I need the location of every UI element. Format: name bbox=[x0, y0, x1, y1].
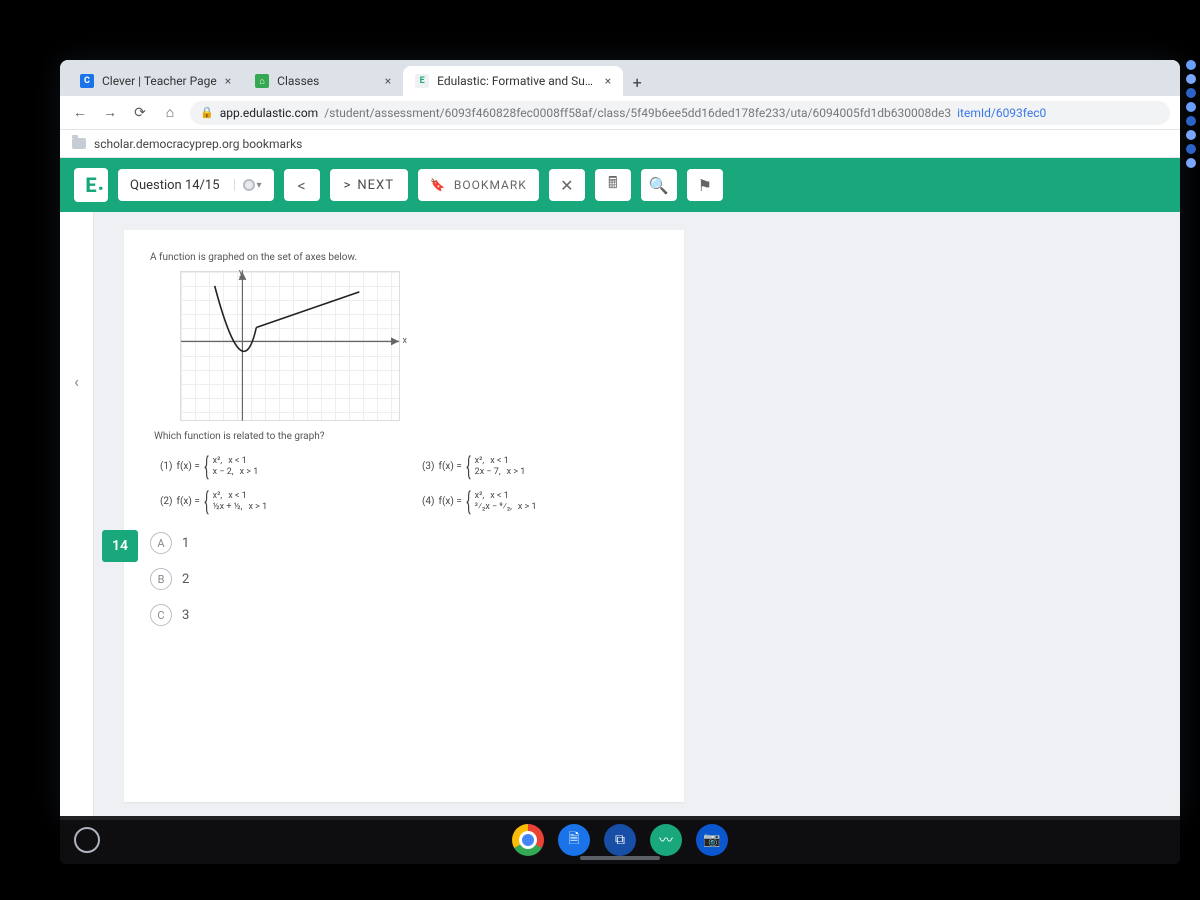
question-count: Question 14/15 bbox=[130, 178, 220, 193]
flag-icon: ⚑ bbox=[698, 176, 712, 195]
close-icon[interactable]: × bbox=[605, 74, 611, 88]
launcher-button[interactable] bbox=[74, 827, 100, 853]
answer-choice-c[interactable]: C 3 bbox=[150, 604, 658, 626]
option-2: (2) f(x) = { x²,x < 1 ½x + ½,x > 1 bbox=[160, 491, 396, 512]
new-tab-button[interactable]: + bbox=[623, 68, 651, 96]
option-1: (1) f(x) = { x²,x < 1 x − 2,x > 1 bbox=[160, 456, 396, 477]
choice-bubble: B bbox=[150, 568, 172, 590]
question-indicator[interactable]: Question 14/15 ▾ bbox=[118, 169, 274, 201]
chrome-app-icon[interactable] bbox=[512, 824, 544, 856]
shelf-handle bbox=[580, 856, 660, 860]
chromeos-shelf: 🗎 ⧉ 〰 📷 bbox=[60, 816, 1180, 864]
tab-edulastic[interactable]: E Edulastic: Formative and Summ × bbox=[403, 66, 623, 96]
clear-button[interactable]: ✕ bbox=[549, 169, 585, 201]
edulastic-logo[interactable]: E bbox=[74, 168, 108, 202]
screen: C Clever | Teacher Page × ⌂ Classes × E … bbox=[60, 60, 1180, 820]
calculator-icon: 🖩 bbox=[608, 172, 618, 199]
tab-title: Clever | Teacher Page bbox=[102, 74, 217, 88]
next-question-button[interactable]: > NEXT bbox=[330, 169, 408, 201]
tab-classes[interactable]: ⌂ Classes × bbox=[243, 66, 403, 96]
choice-text: 2 bbox=[182, 572, 189, 587]
worksheet-card: 14 A function is graphed on the set of a… bbox=[124, 230, 684, 802]
chevron-down-icon: ▾ bbox=[257, 180, 262, 191]
choice-bubble: A bbox=[150, 532, 172, 554]
close-icon: ✕ bbox=[560, 176, 573, 195]
question-nav-rail: ‹ bbox=[60, 212, 94, 820]
choice-text: 1 bbox=[182, 536, 189, 551]
favicon-clever: C bbox=[80, 74, 94, 88]
visibility-toggle[interactable]: ▾ bbox=[234, 179, 262, 191]
docs-app-icon[interactable]: ⧉ bbox=[604, 824, 636, 856]
url-host: app.edulastic.com bbox=[220, 106, 319, 120]
close-icon[interactable]: × bbox=[385, 74, 391, 88]
flag-button[interactable]: ⚑ bbox=[687, 169, 723, 201]
choice-bubble: C bbox=[150, 604, 172, 626]
back-button[interactable]: ← bbox=[70, 103, 90, 123]
browser-tabstrip: C Clever | Teacher Page × ⌂ Classes × E … bbox=[60, 60, 1180, 96]
url-path: /student/assessment/6093f460828fec0008ff… bbox=[324, 106, 951, 120]
question-page: 14 A function is graphed on the set of a… bbox=[94, 212, 1180, 820]
app-header: E Question 14/15 ▾ < > NEXT 🔖 BOOKMARK ✕… bbox=[60, 158, 1180, 212]
folder-icon bbox=[72, 138, 86, 149]
home-button[interactable]: ⌂ bbox=[160, 103, 180, 123]
camera-reflection bbox=[1186, 60, 1196, 168]
stats-app-icon[interactable]: 〰 bbox=[650, 824, 682, 856]
question-number-badge: 14 bbox=[102, 530, 138, 562]
tab-clever[interactable]: C Clever | Teacher Page × bbox=[68, 66, 243, 96]
piecewise-options: (1) f(x) = { x²,x < 1 x − 2,x > 1 (3) f(… bbox=[160, 456, 658, 512]
lock-icon: 🔒 bbox=[200, 106, 214, 119]
answer-choice-b[interactable]: B 2 bbox=[150, 568, 658, 590]
x-axis-label: x bbox=[403, 336, 407, 346]
bookmark-icon: 🔖 bbox=[430, 178, 446, 192]
answer-choices: A 1 B 2 C 3 bbox=[150, 532, 658, 626]
address-bar[interactable]: 🔒 app.edulastic.com /student/assessment/… bbox=[190, 101, 1170, 125]
reload-button[interactable]: ⟳ bbox=[130, 103, 150, 123]
option-4: (4) f(x) = { x²,x < 1 ³⁄₂x − ⁹⁄₂,x > 1 bbox=[422, 491, 658, 512]
graph-svg bbox=[181, 272, 399, 421]
choice-text: 3 bbox=[182, 608, 189, 623]
bookmark-item[interactable]: scholar.democracyprep.org bookmarks bbox=[94, 137, 302, 151]
search-icon: 🔍 bbox=[649, 176, 669, 195]
content-area: ‹ 14 A function is graphed on the set of… bbox=[60, 212, 1180, 820]
chevron-left-icon: < bbox=[298, 176, 306, 195]
prev-question-button[interactable]: < bbox=[284, 169, 320, 201]
eye-icon bbox=[243, 179, 255, 191]
forward-button[interactable]: → bbox=[100, 103, 120, 123]
close-icon[interactable]: × bbox=[225, 74, 231, 88]
search-button[interactable]: 🔍 bbox=[641, 169, 677, 201]
bookmark-label: BOOKMARK bbox=[454, 178, 527, 192]
calculator-button[interactable]: 🖩 bbox=[595, 169, 631, 201]
rail-chevron-left-icon[interactable]: ‹ bbox=[74, 372, 79, 391]
function-graph: y x bbox=[180, 271, 400, 421]
bookmarks-bar: scholar.democracyprep.org bookmarks bbox=[60, 130, 1180, 158]
url-fragment: itemId/6093fec0 bbox=[957, 106, 1046, 120]
files-app-icon[interactable]: 🗎 bbox=[558, 824, 590, 856]
option-3: (3) f(x) = { x²,x < 1 2x − 7,x > 1 bbox=[422, 456, 658, 477]
tab-title: Classes bbox=[277, 74, 377, 88]
tab-title: Edulastic: Formative and Summ bbox=[437, 74, 597, 88]
favicon-classes: ⌂ bbox=[255, 74, 269, 88]
favicon-edulastic: E bbox=[415, 74, 429, 88]
question-prompt-bottom: Which function is related to the graph? bbox=[154, 431, 658, 442]
question-prompt-top: A function is graphed on the set of axes… bbox=[150, 252, 658, 263]
camera-app-icon[interactable]: 📷 bbox=[696, 824, 728, 856]
browser-toolbar: ← → ⟳ ⌂ 🔒 app.edulastic.com /student/ass… bbox=[60, 96, 1180, 130]
bookmark-button[interactable]: 🔖 BOOKMARK bbox=[418, 169, 539, 201]
answer-choice-a[interactable]: A 1 bbox=[150, 532, 658, 554]
chevron-right-icon: > bbox=[344, 178, 352, 193]
next-label: NEXT bbox=[357, 178, 394, 193]
